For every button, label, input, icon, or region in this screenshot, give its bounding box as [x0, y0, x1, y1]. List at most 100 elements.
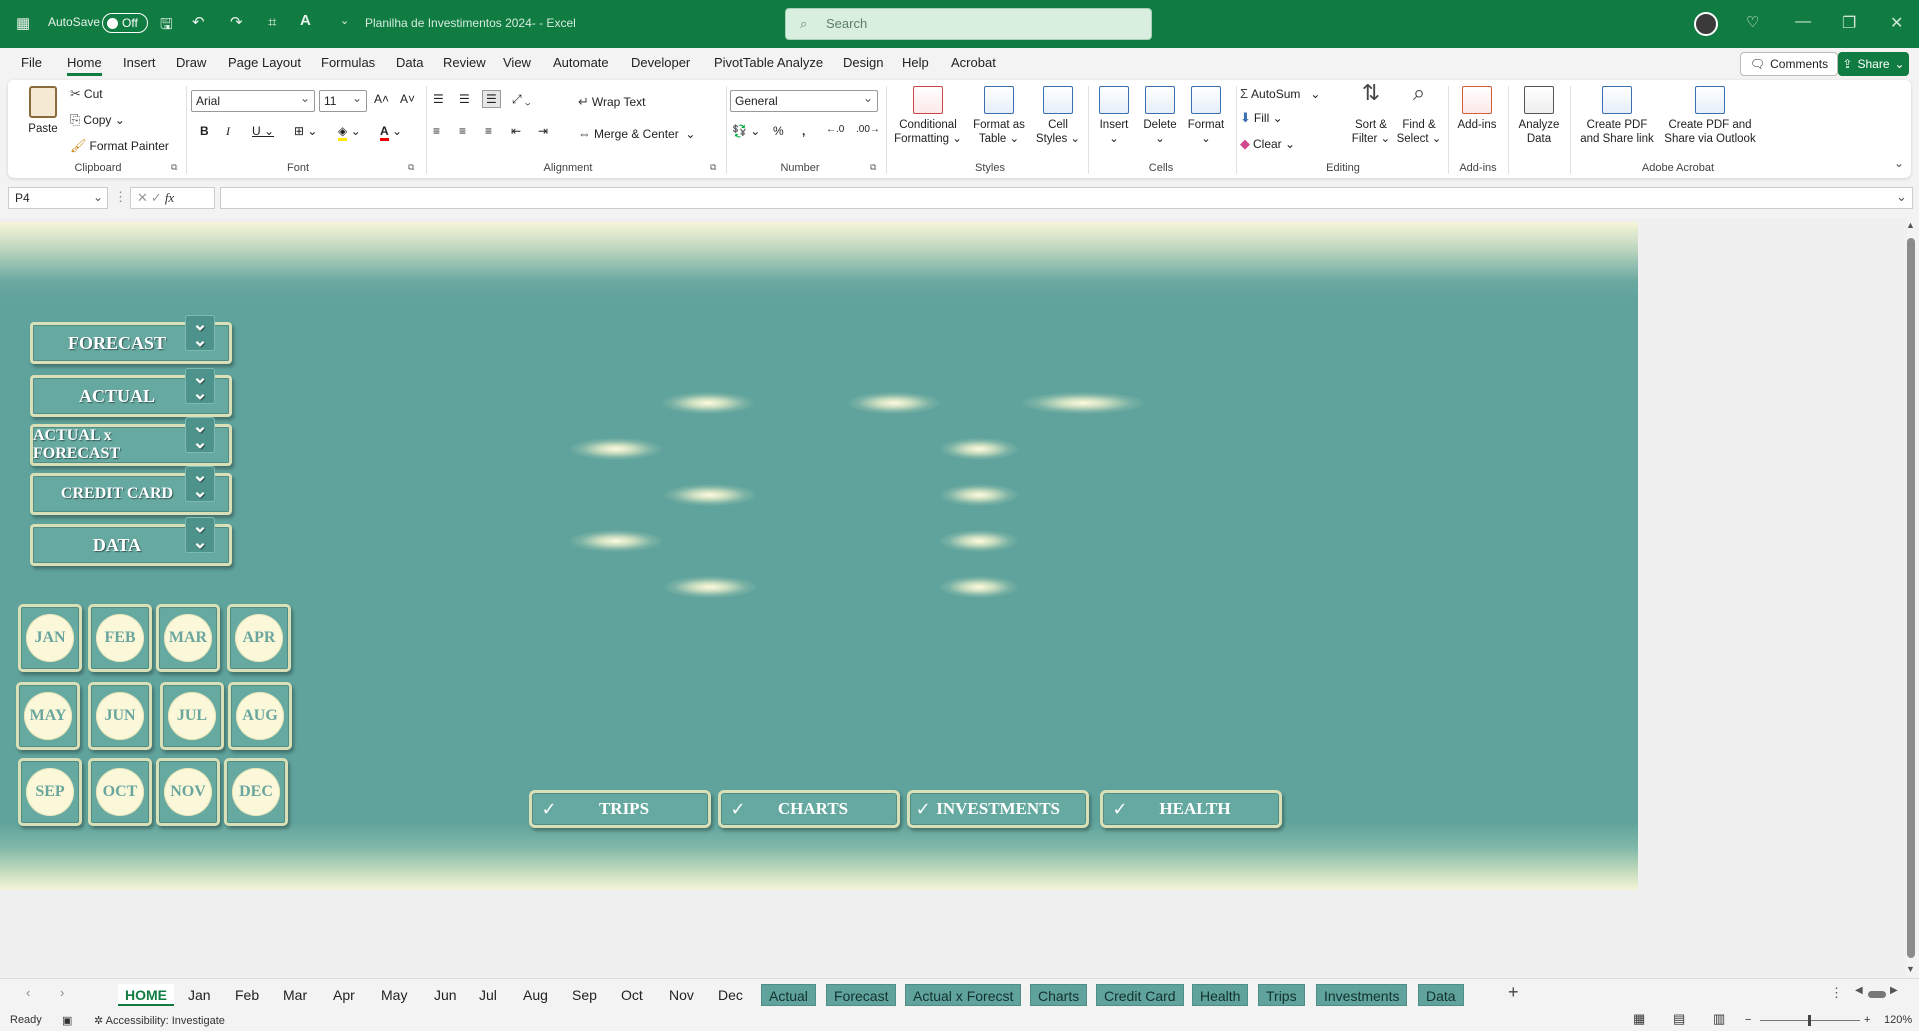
menu-file[interactable]: File	[21, 55, 42, 70]
menu-pivottable-analyze[interactable]: PivotTable Analyze	[714, 55, 823, 70]
more-tabs-icon[interactable]: ⋮	[1830, 985, 1843, 1001]
fill-button[interactable]: ⬇ Fill ⌄	[1240, 110, 1283, 126]
collapse-ribbon-icon[interactable]: ⌄	[1894, 156, 1904, 170]
macro-record-icon[interactable]: ▣	[62, 1014, 72, 1027]
user-avatar[interactable]	[1694, 12, 1718, 36]
tab-scroll-right-icon[interactable]: ›	[60, 985, 64, 1000]
month-button-oct[interactable]: OCT	[88, 758, 152, 826]
cell-styles-button[interactable]: Cell Styles ⌄	[1032, 86, 1084, 146]
normal-view-icon[interactable]: ▦	[1633, 1011, 1645, 1027]
tab-jan[interactable]: Jan	[181, 984, 218, 1006]
shrink-font-icon[interactable]: A˅	[400, 92, 415, 106]
insert-function-icon[interactable]: fx	[165, 190, 174, 205]
tab-oct[interactable]: Oct	[614, 984, 650, 1006]
tab-credit-card[interactable]: Credit Card	[1096, 984, 1184, 1006]
accessibility-status[interactable]: ✲ Accessibility: Investigate	[94, 1014, 225, 1027]
number-format-combo[interactable]: General	[730, 88, 878, 112]
month-button-sep[interactable]: SEP	[18, 758, 82, 826]
number-launcher-icon[interactable]: ⧉	[870, 162, 876, 173]
category-button-trips[interactable]: ✓ TRIPS	[529, 790, 711, 828]
align-middle-icon[interactable]: ☰	[459, 92, 470, 106]
autosave-toggle[interactable]: Off	[102, 13, 148, 33]
merge-center-button[interactable]: ⇔ Merge & Center ⌄	[578, 126, 695, 141]
conditional-formatting-button[interactable]: Conditional Formatting ⌄	[892, 86, 964, 146]
align-center-icon[interactable]: ≡	[459, 124, 466, 138]
comma-style-icon[interactable]: ,	[802, 124, 805, 138]
formula-bar-more-icon[interactable]: ⋮	[114, 189, 127, 205]
font-color-icon[interactable]: A ⌄	[380, 124, 402, 141]
hscroll-left-icon[interactable]: ◀	[1855, 985, 1863, 996]
tab-may[interactable]: May	[374, 984, 414, 1006]
percent-icon[interactable]: %	[773, 124, 784, 138]
align-bottom-icon[interactable]: ☰	[482, 90, 501, 108]
lightbulb-icon[interactable]: ♡	[1746, 13, 1759, 31]
bold-icon[interactable]: B	[200, 124, 209, 138]
cancel-icon[interactable]: ✕	[137, 190, 151, 205]
tab-dec[interactable]: Dec	[711, 984, 750, 1006]
font-name-combo[interactable]: Arial	[191, 88, 315, 112]
month-button-dec[interactable]: DEC	[224, 758, 288, 826]
create-pdf-outlook-button[interactable]: Create PDF and Share via Outlook	[1660, 86, 1760, 146]
category-button-health[interactable]: ✓ HEALTH	[1100, 790, 1282, 828]
nav-button-forecast[interactable]: FORECAST ⌄ ⌄	[30, 315, 232, 364]
align-top-icon[interactable]: ☰	[433, 92, 444, 106]
month-button-apr[interactable]: APR	[227, 604, 291, 672]
tab-jun[interactable]: Jun	[427, 984, 464, 1006]
autosum-button[interactable]: Σ AutoSum ⌄	[1240, 86, 1320, 101]
wrap-text-button[interactable]: ↵ Wrap Text	[578, 94, 645, 110]
analyze-data-button[interactable]: Analyze Data	[1514, 86, 1564, 146]
name-box[interactable]: P4 ⌄	[8, 187, 108, 209]
nav-button-actual[interactable]: ACTUAL ⌄ ⌄	[30, 368, 232, 417]
zoom-in-icon[interactable]: +	[1864, 1014, 1870, 1026]
redo-icon[interactable]: ↷	[230, 13, 243, 31]
menu-acrobat[interactable]: Acrobat	[951, 55, 996, 70]
clipboard-launcher-icon[interactable]: ⧉	[171, 162, 177, 173]
addins-button[interactable]: Add-ins	[1454, 86, 1500, 132]
underline-icon[interactable]: U ⌄	[252, 124, 274, 138]
tab-aug[interactable]: Aug	[516, 984, 555, 1006]
paste-button[interactable]: Paste	[22, 86, 64, 136]
undo-icon[interactable]: ↶	[192, 13, 205, 31]
month-button-feb[interactable]: FEB	[88, 604, 152, 672]
page-break-view-icon[interactable]: ▥	[1713, 1011, 1725, 1027]
nav-button-actual-x-forecast[interactable]: ACTUAL x FORECAST ⌄ ⌄	[30, 417, 232, 466]
font-launcher-icon[interactable]: ⧉	[408, 162, 414, 173]
tab-actual[interactable]: Actual	[761, 984, 816, 1006]
zoom-slider-thumb[interactable]	[1808, 1015, 1811, 1026]
enter-icon[interactable]: ✓	[151, 190, 165, 205]
tab-jul[interactable]: Jul	[472, 984, 504, 1006]
category-button-investments[interactable]: ✓ INVESTMENTS	[907, 790, 1089, 828]
scroll-down-icon[interactable]: ▼	[1906, 964, 1915, 974]
menu-data[interactable]: Data	[396, 55, 423, 70]
format-painter-button[interactable]: 🖌 Format Painter	[70, 138, 169, 154]
italic-icon[interactable]: I	[226, 124, 230, 139]
orientation-icon[interactable]: ⤢ ⌄	[512, 92, 531, 107]
month-button-nov[interactable]: NOV	[156, 758, 220, 826]
search-box[interactable]: ⌕ Search	[785, 8, 1152, 40]
decrease-indent-icon[interactable]: ⇤	[511, 124, 521, 138]
menu-formulas[interactable]: Formulas	[321, 55, 375, 70]
align-right-icon[interactable]: ≡	[485, 124, 492, 138]
tab-health[interactable]: Health	[1192, 984, 1249, 1006]
tab-trips[interactable]: Trips	[1258, 984, 1305, 1006]
decrease-decimal-icon[interactable]: .00→	[856, 124, 880, 135]
tab-forecast[interactable]: Forecast	[826, 984, 897, 1006]
month-button-aug[interactable]: AUG	[228, 682, 292, 750]
align-left-icon[interactable]: ≡	[433, 124, 440, 138]
alignment-launcher-icon[interactable]: ⧉	[710, 162, 716, 173]
format-cells-button[interactable]: Format ⌄	[1184, 86, 1228, 146]
tab-mar[interactable]: Mar	[276, 984, 314, 1006]
touch-mode-icon[interactable]: ⌗	[268, 14, 276, 31]
save-icon[interactable]: 🖫	[160, 14, 173, 39]
insert-cells-button[interactable]: Insert ⌄	[1092, 86, 1136, 146]
comments-button[interactable]: 🗨 Comments	[1740, 52, 1838, 76]
share-button[interactable]: ⇪ Share ⌄	[1838, 52, 1909, 76]
formula-input[interactable]	[220, 187, 1913, 209]
menu-insert[interactable]: Insert	[123, 55, 156, 70]
nav-button-data[interactable]: DATA ⌄ ⌄	[30, 517, 232, 566]
menu-page-layout[interactable]: Page Layout	[228, 55, 301, 70]
zoom-level[interactable]: 120%	[1884, 1014, 1912, 1026]
borders-icon[interactable]: ⊞ ⌄	[294, 124, 317, 138]
minimize-icon[interactable]: —	[1795, 13, 1811, 31]
tab-sep[interactable]: Sep	[565, 984, 604, 1006]
